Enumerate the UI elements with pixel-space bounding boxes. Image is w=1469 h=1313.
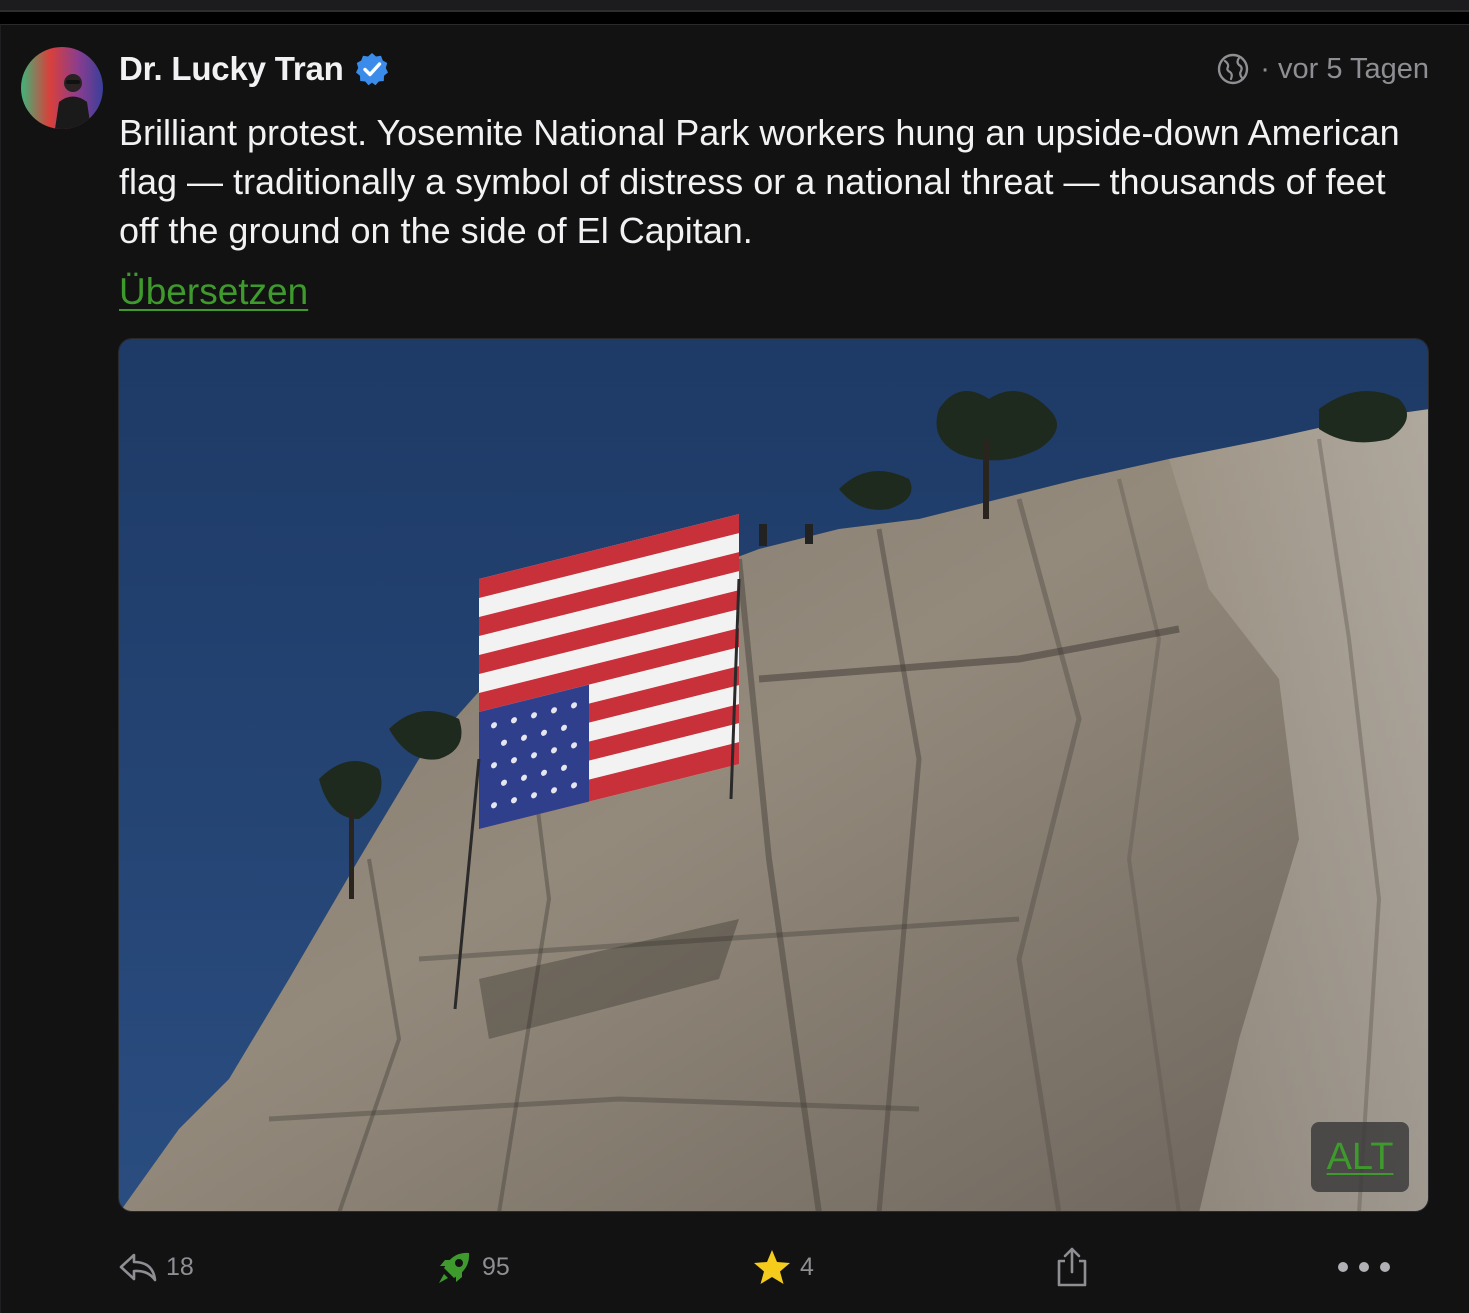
boost-button[interactable]: 95 bbox=[436, 1244, 510, 1290]
post-body-text: Brilliant protest. Yosemite National Par… bbox=[119, 112, 1400, 251]
reply-button[interactable]: 18 bbox=[118, 1244, 194, 1290]
share-icon bbox=[1057, 1247, 1087, 1287]
top-toolbar-strip bbox=[0, 0, 1469, 10]
star-icon bbox=[754, 1250, 790, 1284]
globe-icon[interactable] bbox=[1216, 52, 1250, 86]
more-icon bbox=[1338, 1262, 1390, 1272]
reply-count: 18 bbox=[166, 1252, 194, 1281]
share-button[interactable] bbox=[1054, 1244, 1090, 1290]
post-media-image[interactable] bbox=[118, 338, 1429, 1212]
reply-icon bbox=[119, 1253, 157, 1282]
favorite-count: 4 bbox=[800, 1252, 814, 1281]
post-meta: · vor 5 Tagen bbox=[1216, 48, 1429, 90]
el-capitan-flag-photo bbox=[119, 339, 1428, 1211]
avatar-photo-icon bbox=[21, 47, 103, 129]
boost-count: 95 bbox=[482, 1252, 510, 1281]
verified-badge-icon bbox=[354, 51, 390, 87]
avatar[interactable] bbox=[21, 47, 103, 129]
more-options-button[interactable] bbox=[1336, 1244, 1392, 1290]
author-row: Dr. Lucky Tran bbox=[119, 46, 390, 92]
divider bbox=[0, 10, 1469, 12]
translate-link[interactable]: Übersetzen bbox=[119, 268, 308, 316]
author-display-name[interactable]: Dr. Lucky Tran bbox=[119, 50, 344, 88]
favorite-button[interactable]: 4 bbox=[752, 1244, 814, 1290]
alt-text-button[interactable]: ALT bbox=[1311, 1122, 1409, 1192]
rocket-icon bbox=[439, 1252, 470, 1283]
post-timestamp[interactable]: · vor 5 Tagen bbox=[1260, 53, 1429, 86]
